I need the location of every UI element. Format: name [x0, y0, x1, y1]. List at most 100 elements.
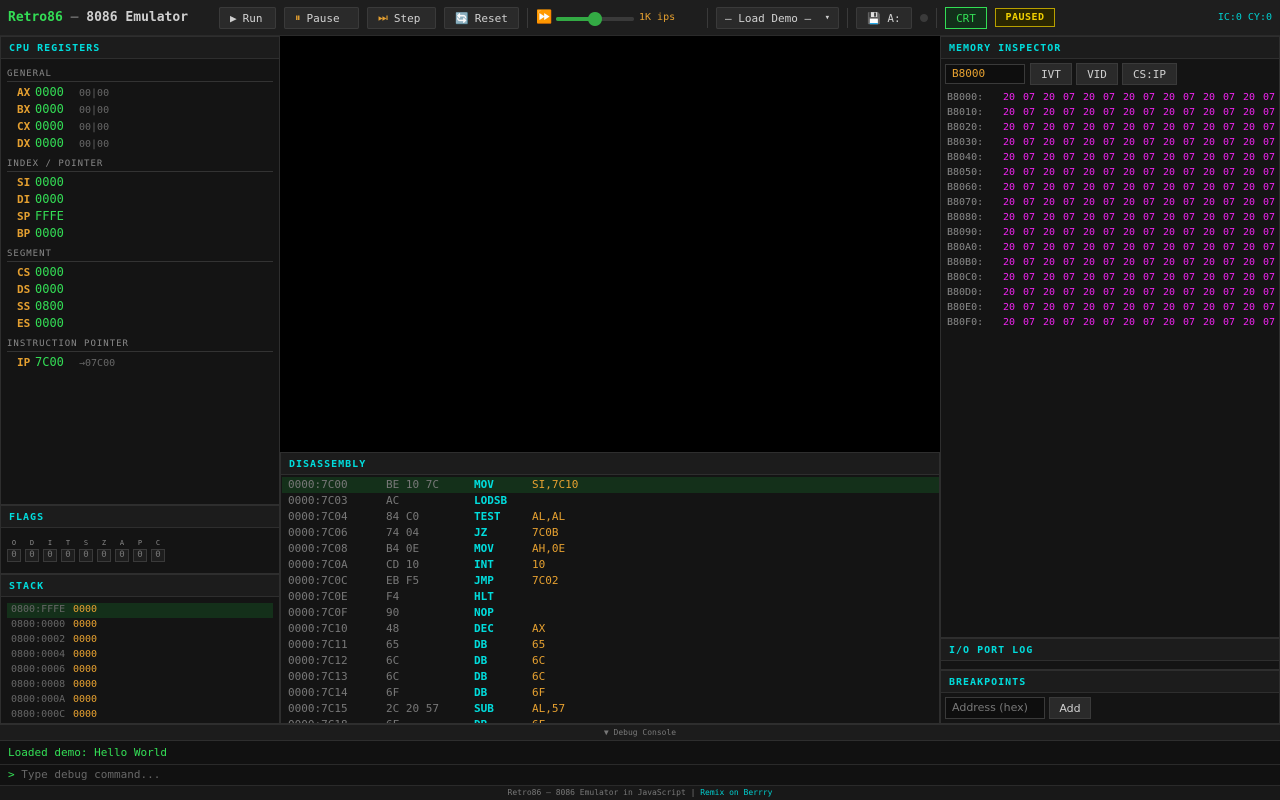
disassembly-row[interactable]: 0000:7C04 84 C0 TEST AL,AL [282, 509, 939, 525]
memory-byte: 20 [1163, 242, 1176, 253]
disassembly-row[interactable]: 0000:7C14 6F DB 6F [282, 685, 939, 701]
flag-p[interactable]: P0 [133, 539, 147, 562]
memory-byte: 20 [1243, 152, 1256, 163]
disassembly-row[interactable]: 0000:7C0F 90 NOP [282, 605, 939, 621]
speed-slider[interactable] [556, 12, 634, 26]
instruction-address: 0000:7C10 [288, 622, 348, 635]
panel-title: BREAKPOINTS [941, 671, 1279, 693]
disk-a-button[interactable]: 💾 A: [856, 7, 912, 29]
chevron-down-icon: ▾ [824, 13, 830, 23]
debug-console-toggle[interactable]: ▼ Debug Console [0, 724, 1280, 741]
memory-row: B80C0: 20 07 20 07 20 07 20 07 20 07 20 07 20 07 [947, 272, 1279, 287]
memory-address-input[interactable]: B8000 [945, 64, 1025, 84]
memory-byte: 20 [1083, 242, 1096, 253]
step-button[interactable]: ⏭ Step [367, 7, 436, 29]
disassembly-row[interactable]: 0000:7C15 2C 20 57 SUB AL,57 [282, 701, 939, 717]
disassembly-row[interactable]: 0000:7C18 6F DB 6F [282, 717, 939, 723]
memory-byte: 07 [1143, 152, 1156, 163]
flag-a[interactable]: A0 [115, 539, 129, 562]
memory-byte: 07 [1063, 92, 1076, 103]
register-bytes: 00|00 [79, 122, 110, 133]
vid-button[interactable]: VID [1076, 63, 1118, 85]
memory-byte: 07 [1143, 122, 1156, 133]
brand-separator: — [62, 10, 87, 25]
memory-byte: 07 [1103, 227, 1116, 238]
memory-byte: 20 [1123, 212, 1136, 223]
memory-byte: 07 [1223, 212, 1236, 223]
disassembly-row[interactable]: 0000:7C0E F4 HLT [282, 589, 939, 605]
memory-byte: 20 [1003, 227, 1016, 238]
memory-byte: 07 [1223, 197, 1236, 208]
instruction-mnemonic: LODSB [474, 494, 508, 507]
register-sp: SP FFFE [17, 209, 79, 225]
flag-c[interactable]: C0 [151, 539, 165, 562]
disassembly-row[interactable]: 0000:7C12 6C DB 6C [282, 653, 939, 669]
reset-button[interactable]: 🔄 Reset [444, 7, 519, 29]
instruction-address: 0000:7C18 [288, 717, 348, 723]
instruction-operands: 7C02 [532, 574, 559, 587]
flag-value: 0 [151, 549, 165, 562]
emulator-screen[interactable] [280, 36, 940, 452]
flag-label: P [137, 539, 143, 547]
disassembly-row[interactable]: 0000:7C0A CD 10 INT 10 [282, 557, 939, 573]
memory-byte: 07 [1183, 182, 1196, 193]
instruction-bytes: 90 [386, 606, 400, 619]
memory-byte: 07 [1183, 272, 1196, 283]
ivt-button[interactable]: IVT [1030, 63, 1072, 85]
memory-byte: 07 [1063, 137, 1076, 148]
debug-command-input[interactable]: > Type debug command... [0, 765, 1280, 785]
memory-byte: 20 [1083, 317, 1096, 328]
instruction-address: 0000:7C08 [288, 542, 348, 555]
instruction-bytes: CD 10 [386, 558, 420, 571]
crt-toggle[interactable]: CRT [945, 7, 987, 29]
memory-byte: 07 [1103, 197, 1116, 208]
memory-byte: 20 [1123, 302, 1136, 313]
memory-address: B8000: [947, 92, 984, 103]
disassembly-row[interactable]: 0000:7C08 B4 0E MOV AH,0E [282, 541, 939, 557]
load-demo-select[interactable]: — Load Demo — ▾ [716, 7, 839, 29]
memory-byte: 20 [1083, 137, 1096, 148]
memory-address: B80C0: [947, 272, 984, 283]
memory-byte: 07 [1063, 197, 1076, 208]
flag-z[interactable]: Z0 [97, 539, 111, 562]
register-name: BP [17, 227, 31, 240]
flag-s[interactable]: S0 [79, 539, 93, 562]
flag-t[interactable]: T0 [61, 539, 75, 562]
register-value: 0000 [35, 316, 64, 330]
register-bx: BX 0000 00|00 [17, 102, 109, 118]
memory-byte: 20 [1083, 167, 1096, 178]
breakpoint-address-input[interactable]: Address (hex) [945, 697, 1045, 719]
instruction-mnemonic: JMP [474, 574, 494, 587]
cs-ip-button[interactable]: CS:IP [1122, 63, 1177, 85]
register-value: 0000 [35, 282, 64, 296]
disassembly-row[interactable]: 0000:7C13 6C DB 6C [282, 669, 939, 685]
flag-label: T [65, 539, 71, 547]
disassembly-row[interactable]: 0000:7C0C EB F5 JMP 7C02 [282, 573, 939, 589]
disassembly-row[interactable]: 0000:7C03 AC LODSB [282, 493, 939, 509]
speed-slider-handle[interactable] [588, 12, 602, 26]
memory-row: B8070: 20 07 20 07 20 07 20 07 20 07 20 07 20 07 [947, 197, 1279, 212]
memory-row: B8080: 20 07 20 07 20 07 20 07 20 07 20 07 20 07 [947, 212, 1279, 227]
memory-byte: 07 [1143, 257, 1156, 268]
instruction-bytes: AC [386, 494, 400, 507]
memory-byte: 20 [1203, 257, 1216, 268]
flag-i[interactable]: I0 [43, 539, 57, 562]
pause-button[interactable]: ⏸ Pause [284, 7, 359, 29]
disassembly-row[interactable]: 0000:7C06 74 04 JZ 7C0B [282, 525, 939, 541]
instruction-operands: 6C [532, 654, 546, 667]
add-breakpoint-button[interactable]: Add [1049, 697, 1091, 719]
flag-d[interactable]: D0 [25, 539, 39, 562]
memory-byte: 20 [1003, 242, 1016, 253]
disassembly-row[interactable]: 0000:7C00 BE 10 7C MOV SI,7C10 [282, 477, 939, 493]
memory-byte: 20 [1123, 287, 1136, 298]
run-button[interactable]: ▶ Run [219, 7, 276, 29]
memory-byte: 20 [1243, 137, 1256, 148]
memory-byte: 20 [1003, 287, 1016, 298]
remix-link[interactable]: Remix on Berrry [700, 788, 772, 797]
memory-byte: 07 [1263, 227, 1276, 238]
instruction-mnemonic: DEC [474, 622, 494, 635]
disassembly-row[interactable]: 0000:7C10 48 DEC AX [282, 621, 939, 637]
memory-byte: 07 [1183, 92, 1196, 103]
disassembly-row[interactable]: 0000:7C11 65 DB 65 [282, 637, 939, 653]
flag-o[interactable]: O0 [7, 539, 21, 562]
